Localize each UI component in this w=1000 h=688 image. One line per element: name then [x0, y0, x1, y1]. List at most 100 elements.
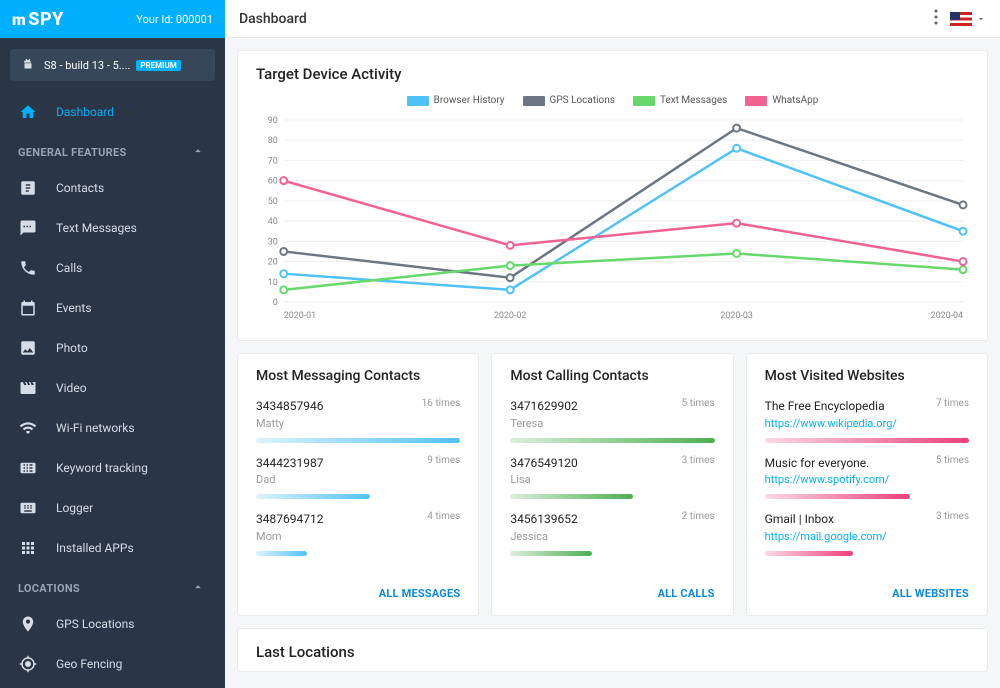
- entry-sub: Mom: [256, 530, 282, 543]
- chevron-down-icon: [976, 14, 986, 24]
- nav-label: Wi-Fi networks: [56, 421, 135, 435]
- nav-text-messages[interactable]: Text Messages: [0, 208, 225, 248]
- nav-events[interactable]: Events: [0, 288, 225, 328]
- target-icon: [18, 654, 38, 674]
- chart-plot: 01020304050607080902020-012020-022020-03…: [256, 114, 969, 324]
- websites-card: Most Visited Websites The Free Encyclope…: [746, 353, 988, 616]
- entry-count: 7 times: [936, 398, 969, 409]
- entry-main: 3444231987Dad: [256, 455, 323, 489]
- entry-count: 5 times: [936, 455, 969, 466]
- nav-keyword[interactable]: Keyword tracking: [0, 448, 225, 488]
- entry-sub: Jessica: [510, 530, 548, 543]
- entry-main: 3471629902Teresa: [510, 398, 577, 432]
- list-item: 3476549120Lisa 3 times: [510, 455, 714, 500]
- nav-photo[interactable]: Photo: [0, 328, 225, 368]
- entry-link[interactable]: https://mail.google.com/: [765, 530, 887, 543]
- entry-main: Gmail | Inboxhttps://mail.google.com/: [765, 511, 887, 545]
- entry-main: 3434857946Matty: [256, 398, 323, 432]
- chat-icon: [18, 218, 38, 238]
- device-selector[interactable]: S8 - build 13 - 5.... PREMIUM: [10, 49, 215, 81]
- entry-count: 9 times: [427, 455, 460, 466]
- view-all-link[interactable]: ALL CALLS: [658, 587, 715, 600]
- list-item: 3456139652Jessica 2 times: [510, 511, 714, 556]
- svg-text:50: 50: [268, 197, 278, 207]
- entry-main: 3456139652Jessica: [510, 511, 577, 545]
- section-label: GENERAL FEATURES: [18, 146, 127, 159]
- chart-title: Target Device Activity: [238, 51, 987, 87]
- svg-text:90: 90: [268, 116, 278, 126]
- nav-contacts[interactable]: Contacts: [0, 168, 225, 208]
- svg-text:80: 80: [268, 136, 278, 146]
- nav-video[interactable]: Video: [0, 368, 225, 408]
- topbar-right: [934, 9, 986, 29]
- more-icon[interactable]: [934, 9, 938, 29]
- progress-bar: [256, 551, 307, 556]
- progress-bar: [510, 551, 592, 556]
- entry-main: 3487694712Mom: [256, 511, 323, 545]
- progress-bar: [765, 438, 969, 443]
- device-name: S8 - build 13 - 5....: [44, 59, 130, 72]
- entry-main: Music for everyone.https://www.spotify.c…: [765, 455, 890, 489]
- entry-count: 2 times: [682, 511, 715, 522]
- home-icon: [18, 102, 38, 122]
- keyboard-icon: [18, 498, 38, 518]
- legend-item[interactable]: Browser History: [407, 95, 505, 106]
- view-all-link[interactable]: ALL MESSAGES: [379, 587, 461, 600]
- last-locations-title: Last Locations: [238, 629, 987, 671]
- topbar: Dashboard: [225, 0, 1000, 38]
- calendar-icon: [18, 298, 38, 318]
- list-item: 3487694712Mom 4 times: [256, 511, 460, 556]
- apps-icon: [18, 538, 38, 558]
- contacts-icon: [18, 178, 38, 198]
- keyboard-icon: [18, 458, 38, 478]
- phone-icon: [18, 258, 38, 278]
- messaging-card: Most Messaging Contacts 3434857946Matty …: [237, 353, 479, 616]
- list-item: 3471629902Teresa 5 times: [510, 398, 714, 443]
- user-id: Your Id: 000001: [136, 13, 213, 26]
- nav-label: Contacts: [56, 181, 104, 195]
- entry-count: 16 times: [422, 398, 461, 409]
- entry-count: 3 times: [936, 511, 969, 522]
- entry-link[interactable]: https://www.spotify.com/: [765, 473, 890, 486]
- svg-text:20: 20: [268, 258, 278, 268]
- list-item: Music for everyone.https://www.spotify.c…: [765, 455, 969, 500]
- android-icon: [20, 57, 36, 73]
- nav-gps[interactable]: GPS Locations: [0, 604, 225, 644]
- progress-bar: [765, 551, 853, 556]
- svg-text:0: 0: [273, 298, 278, 308]
- section-general[interactable]: GENERAL FEATURES: [0, 132, 225, 168]
- nav-wifi[interactable]: Wi-Fi networks: [0, 408, 225, 448]
- nav-label: Video: [56, 381, 87, 395]
- section-locations[interactable]: LOCATIONS: [0, 568, 225, 604]
- list-item: 3444231987Dad 9 times: [256, 455, 460, 500]
- svg-text:2020-04: 2020-04: [931, 311, 963, 321]
- nav-logger[interactable]: Logger: [0, 488, 225, 528]
- nav-dashboard[interactable]: Dashboard: [0, 92, 225, 132]
- sidebar-header: mmSPYSPY Your Id: 000001: [0, 0, 225, 38]
- svg-text:40: 40: [268, 217, 278, 227]
- legend-item[interactable]: Text Messages: [633, 95, 727, 106]
- svg-text:30: 30: [268, 237, 278, 247]
- view-all-link[interactable]: ALL WEBSITES: [892, 587, 969, 600]
- main: Target Device Activity Browser History GP…: [225, 38, 1000, 688]
- video-icon: [18, 378, 38, 398]
- legend-item[interactable]: GPS Locations: [523, 95, 615, 106]
- nav-label: Photo: [56, 341, 88, 355]
- nav-geo[interactable]: Geo Fencing: [0, 644, 225, 684]
- entry-main: 3476549120Lisa: [510, 455, 577, 489]
- entry-sub: Teresa: [510, 417, 543, 430]
- card-title: Most Visited Websites: [765, 368, 969, 384]
- svg-text:2020-01: 2020-01: [284, 311, 316, 321]
- section-label: LOCATIONS: [18, 582, 80, 595]
- entry-count: 5 times: [682, 398, 715, 409]
- chart-legend: Browser History GPS Locations Text Message…: [256, 95, 969, 106]
- progress-bar: [256, 438, 460, 443]
- legend-item[interactable]: WhatsApp: [745, 95, 818, 106]
- nav-apps[interactable]: Installed APPs: [0, 528, 225, 568]
- language-selector[interactable]: [950, 12, 986, 26]
- nav-calls[interactable]: Calls: [0, 248, 225, 288]
- entry-link[interactable]: https://www.wikipedia.org/: [765, 417, 897, 430]
- nav-label: Events: [56, 301, 92, 315]
- nav-label: Geo Fencing: [56, 657, 122, 671]
- entry-main: The Free Encyclopediahttps://www.wikiped…: [765, 398, 897, 432]
